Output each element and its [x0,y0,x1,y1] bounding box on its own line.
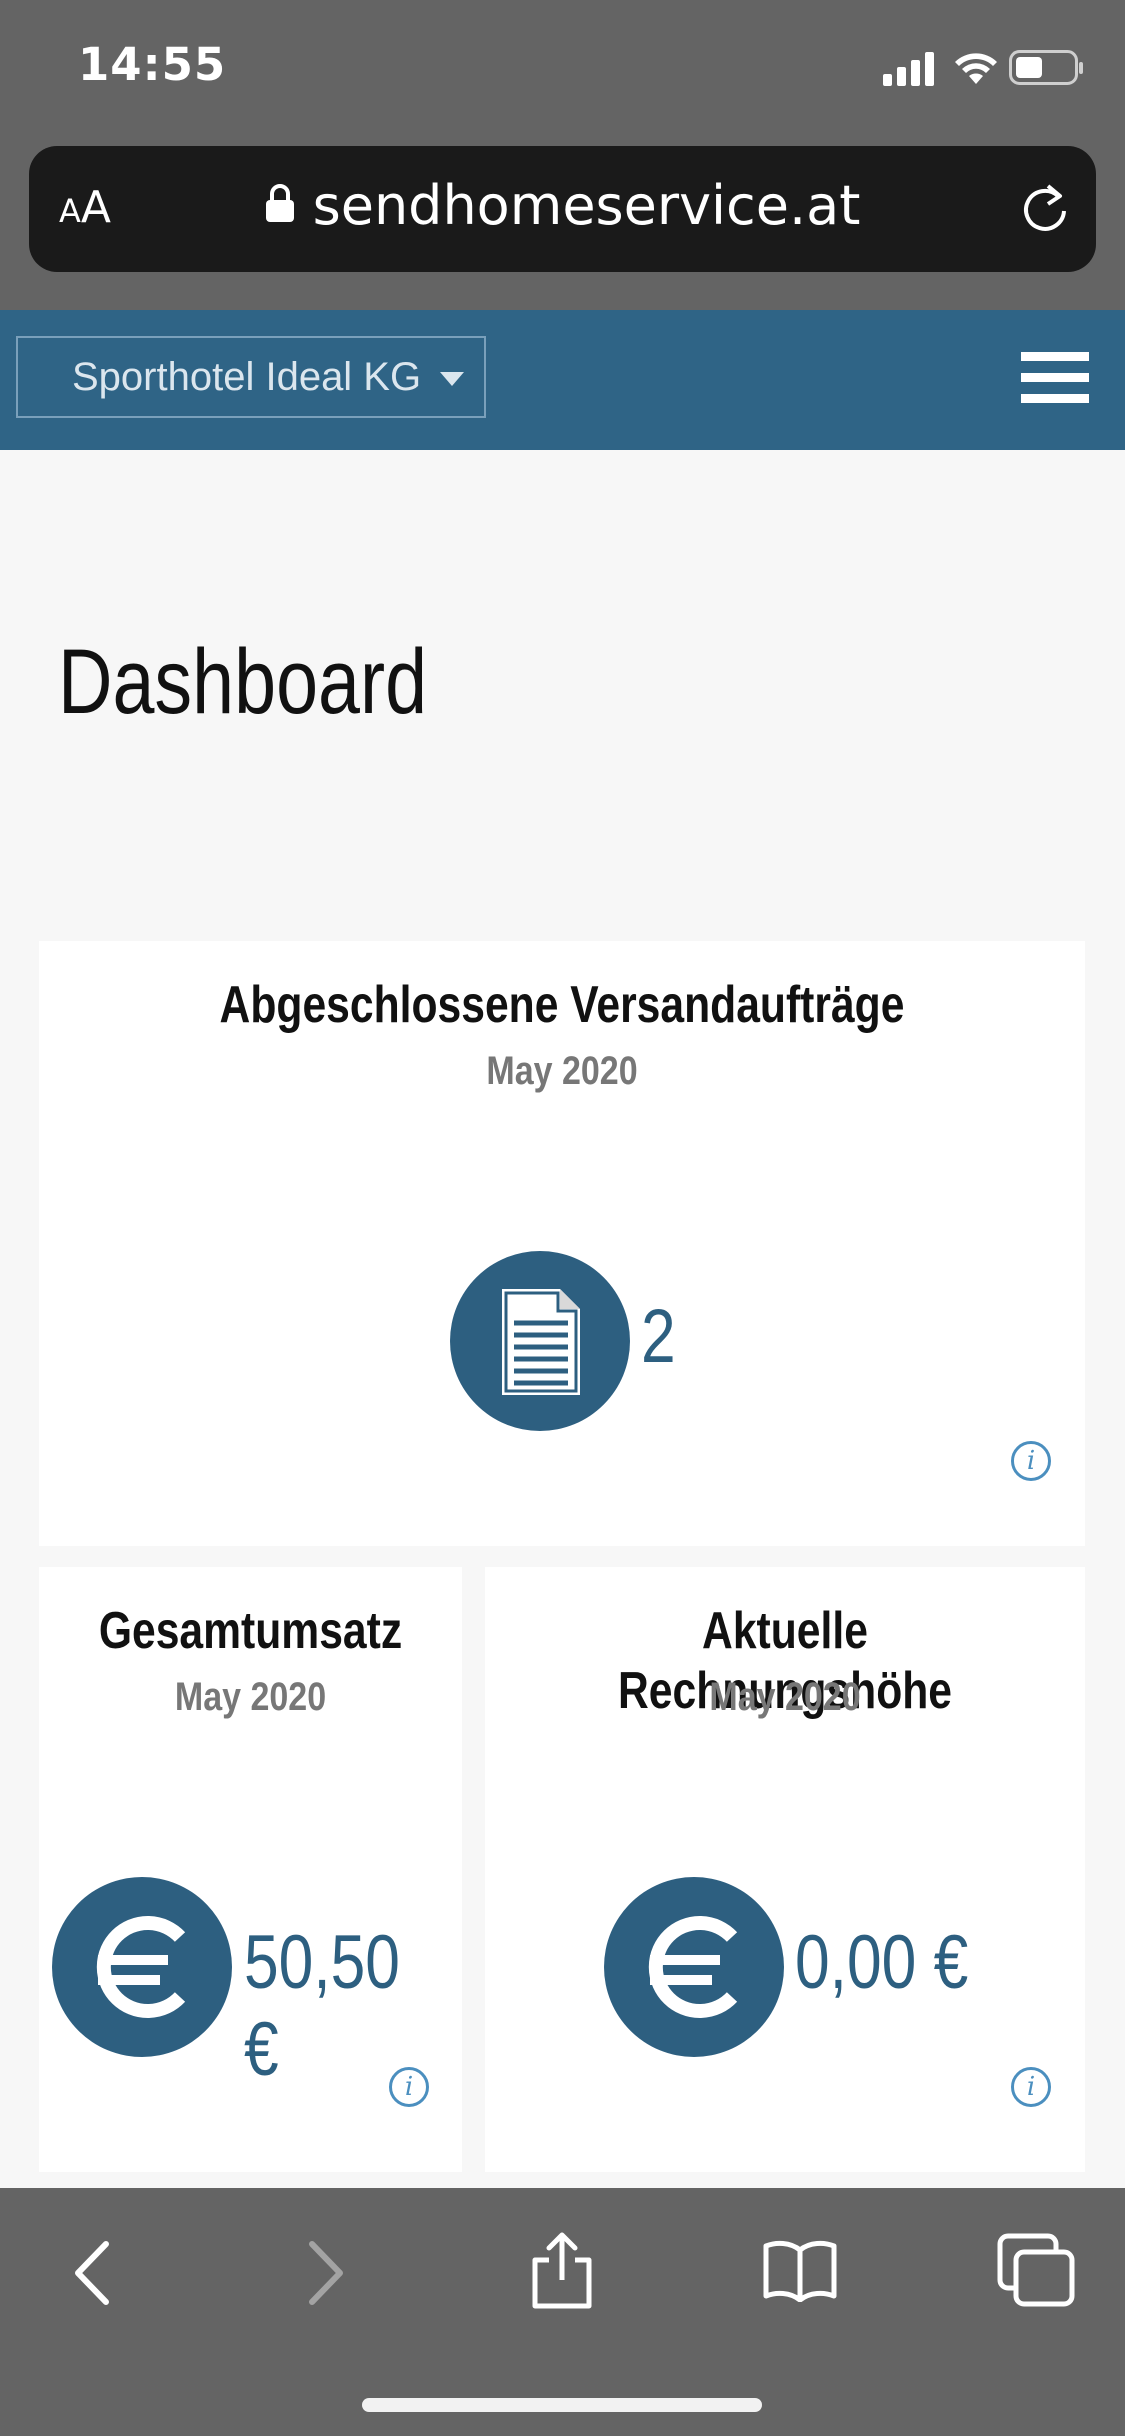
page-title: Dashboard [58,631,428,733]
home-indicator [362,2398,762,2412]
lock-icon [265,184,294,223]
euro-icon [52,1877,232,2057]
invoice-amount: 0,00 € [795,1920,969,2005]
card-title: Abgeschlossene Versandaufträge [219,976,905,1034]
url-text: sendhomeservice.at [312,174,861,237]
app-header: Sporthotel Ideal KG [0,310,1125,450]
status-bar: 14:55 [0,0,1125,145]
orders-count: 2 [641,1294,676,1379]
status-time: 14:55 [78,38,227,91]
revenue-amount: 50,50 € [244,1920,400,2092]
menu-icon-bar [1021,394,1089,403]
info-icon[interactable]: i [1011,2067,1051,2107]
revenue-card: Gesamtumsatz May 2020 50,50 € i [39,1567,462,2172]
card-period: May 2020 [174,1675,327,1719]
back-icon[interactable] [68,2238,118,2308]
tabs-icon[interactable] [996,2232,1076,2308]
info-icon[interactable]: i [1011,1441,1051,1481]
card-period: May 2020 [486,1049,638,1093]
card-title: Gesamtumsatz [98,1602,403,1660]
address-bar[interactable]: AA sendhomeservice.at [29,146,1096,272]
document-icon [450,1251,630,1431]
chevron-down-icon [440,372,464,386]
menu-icon [1021,352,1089,361]
share-icon[interactable] [527,2230,597,2310]
wifi-icon [955,53,997,84]
orders-card: Abgeschlossene Versandaufträge May 2020 … [39,941,1085,1546]
invoice-card: Aktuelle Rechnungshöhe May 2020 0,00 € i [485,1567,1085,2172]
tenant-select[interactable]: Sporthotel Ideal KG [16,336,486,418]
euro-icon [604,1877,784,2057]
cellular-signal-icon [883,52,934,86]
info-icon[interactable]: i [389,2067,429,2107]
reload-icon[interactable] [1018,178,1074,238]
url-display[interactable]: sendhomeservice.at [29,174,1096,237]
browser-chrome: AA sendhomeservice.at [0,145,1125,310]
bookmarks-icon[interactable] [762,2238,838,2302]
forward-icon[interactable] [300,2238,350,2308]
battery-icon [1009,50,1083,85]
status-icons [883,48,1083,88]
menu-button[interactable] [1021,352,1089,404]
menu-icon-bar [1021,373,1089,382]
card-period: May 2020 [709,1675,861,1719]
tenant-select-value: Sporthotel Ideal KG [72,355,422,399]
